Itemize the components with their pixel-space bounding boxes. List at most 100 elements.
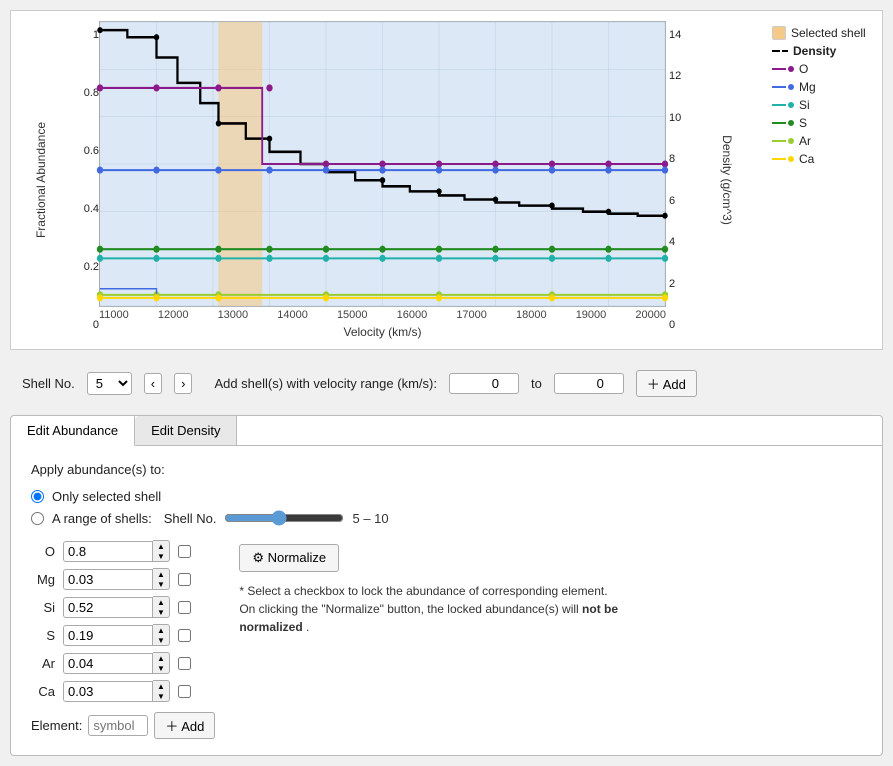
- chart-svg: [100, 22, 665, 306]
- element-checkbox-ca[interactable]: [178, 685, 191, 698]
- radio-range[interactable]: [31, 512, 44, 525]
- element-symbol-ca: Ca: [31, 684, 55, 699]
- spin-down-ar[interactable]: ▼: [153, 663, 169, 673]
- tab-panel: Edit Abundance Edit Density Apply abunda…: [10, 415, 883, 756]
- legend-item-ca: Ca: [772, 152, 872, 166]
- spin-down-si[interactable]: ▼: [153, 607, 169, 617]
- add-shell-button[interactable]: ＋ Add: [636, 370, 697, 397]
- y-axis-right-label: Density (g/cm^3): [720, 135, 734, 225]
- element-checkbox-si[interactable]: [178, 601, 191, 614]
- y-ticks-left: 1 0.8 0.6 0.4 0.2 0: [71, 21, 99, 339]
- element-input-ar[interactable]: [63, 653, 153, 674]
- legend-item-si: Si: [772, 98, 872, 112]
- apply-label: Apply abundance(s) to:: [31, 462, 862, 477]
- element-symbol-o: O: [31, 544, 55, 559]
- spin-btn-ar: ▲ ▼: [153, 652, 170, 674]
- x-ticks: 11000 12000 13000 14000 15000 16000 1700…: [99, 307, 666, 321]
- spin-btn-si: ▲ ▼: [153, 596, 170, 618]
- tab-edit-abundance[interactable]: Edit Abundance: [11, 416, 135, 446]
- chart-inner: Fractional Abundance 1 0.8 0.6 0.4 0.2 0: [11, 21, 872, 339]
- shell-select[interactable]: 5 1234 678910: [87, 372, 132, 395]
- element-input-ca[interactable]: [63, 681, 153, 702]
- shell-no-label: Shell No.: [22, 376, 75, 391]
- radio-group: Only selected shell A range of shells: S…: [31, 489, 862, 526]
- spin-up-ar[interactable]: ▲: [153, 653, 169, 663]
- spin-up-o[interactable]: ▲: [153, 541, 169, 551]
- spin-wrapper-ar: ▲ ▼: [63, 652, 170, 674]
- velocity-to-input[interactable]: [554, 373, 624, 394]
- legend-label-o: O: [799, 62, 808, 76]
- element-symbol-s: S: [31, 628, 55, 643]
- element-checkbox-ar[interactable]: [178, 657, 191, 670]
- radio-label-range: A range of shells:: [52, 511, 152, 526]
- tab-edit-density[interactable]: Edit Density: [135, 416, 237, 445]
- y-axis-right: Density (g/cm^3): [692, 21, 762, 339]
- element-row-mg: Mg ▲ ▼: [31, 568, 215, 590]
- spin-down-mg[interactable]: ▼: [153, 579, 169, 589]
- range-shell-label: Shell No.: [164, 511, 217, 526]
- element-checkbox-s[interactable]: [178, 629, 191, 642]
- spin-wrapper-s: ▲ ▼: [63, 624, 170, 646]
- add-element-label: Element:: [31, 718, 82, 733]
- y-ticks-right: 14 12 10 8 6 4 2 0: [666, 21, 692, 339]
- spin-wrapper-si: ▲ ▼: [63, 596, 170, 618]
- spin-wrapper-o: ▲ ▼: [63, 540, 170, 562]
- add-element-button[interactable]: ＋ Add: [154, 712, 215, 739]
- legend-item-o: O: [772, 62, 872, 76]
- spin-btn-s: ▲ ▼: [153, 624, 170, 646]
- normalize-info-line2: On clicking the "Normalize" button, the …: [239, 602, 578, 616]
- to-label: to: [531, 376, 542, 391]
- legend-item-ar: Ar: [772, 134, 872, 148]
- add-element-row: Element: ＋ Add: [31, 712, 215, 739]
- elements-left: O ▲ ▼ Mg: [31, 540, 215, 739]
- next-shell-button[interactable]: ›: [174, 373, 192, 394]
- element-checkbox-mg[interactable]: [178, 573, 191, 586]
- normalize-info: * Select a checkbox to lock the abundanc…: [239, 582, 679, 636]
- main-container: Fractional Abundance 1 0.8 0.6 0.4 0.2 0: [10, 10, 883, 756]
- normalize-info-end: .: [306, 620, 309, 634]
- legend-label-density: Density: [793, 44, 836, 58]
- chart-container: Fractional Abundance 1 0.8 0.6 0.4 0.2 0: [10, 10, 883, 350]
- tab-content-abundance: Apply abundance(s) to: Only selected she…: [11, 446, 882, 755]
- legend-item-density: Density: [772, 44, 872, 58]
- element-row-ar: Ar ▲ ▼: [31, 652, 215, 674]
- element-input-si[interactable]: [63, 597, 153, 618]
- normalize-section: ⚙ Normalize * Select a checkbox to lock …: [239, 540, 862, 739]
- element-symbol-input[interactable]: [88, 715, 148, 736]
- spin-btn-ca: ▲ ▼: [153, 680, 170, 702]
- radio-row-only-selected: Only selected shell: [31, 489, 862, 504]
- spin-down-s[interactable]: ▼: [153, 635, 169, 645]
- prev-shell-button[interactable]: ‹: [144, 373, 162, 394]
- velocity-range-label: Add shell(s) with velocity range (km/s):: [214, 376, 437, 391]
- element-row-o: O ▲ ▼: [31, 540, 215, 562]
- legend-color-selected-shell: [772, 26, 786, 40]
- legend-item-s: S: [772, 116, 872, 130]
- spin-up-si[interactable]: ▲: [153, 597, 169, 607]
- spin-up-s[interactable]: ▲: [153, 625, 169, 635]
- normalize-info-line1: * Select a checkbox to lock the abundanc…: [239, 584, 607, 598]
- element-row-s: S ▲ ▼: [31, 624, 215, 646]
- element-checkbox-o[interactable]: [178, 545, 191, 558]
- normalize-button[interactable]: ⚙ Normalize: [239, 544, 339, 572]
- spin-down-ca[interactable]: ▼: [153, 691, 169, 701]
- spin-down-o[interactable]: ▼: [153, 551, 169, 561]
- element-input-s[interactable]: [63, 625, 153, 646]
- shell-range-slider[interactable]: [224, 510, 344, 526]
- radio-only-selected[interactable]: [31, 490, 44, 503]
- legend-item-selected-shell: Selected shell: [772, 26, 872, 40]
- spin-wrapper-ca: ▲ ▼: [63, 680, 170, 702]
- element-input-mg[interactable]: [63, 569, 153, 590]
- velocity-from-input[interactable]: [449, 373, 519, 394]
- element-symbol-si: Si: [31, 600, 55, 615]
- controls-bar: Shell No. 5 1234 678910 ‹ › Add shell(s)…: [10, 362, 883, 405]
- element-input-o[interactable]: [63, 541, 153, 562]
- legend-item-mg: Mg: [772, 80, 872, 94]
- spin-up-ca[interactable]: ▲: [153, 681, 169, 691]
- element-row-si: Si ▲ ▼: [31, 596, 215, 618]
- range-value: 5 – 10: [352, 511, 388, 526]
- y-axis-left: Fractional Abundance: [11, 21, 71, 339]
- radio-label-only-selected: Only selected shell: [52, 489, 161, 504]
- spin-btn-mg: ▲ ▼: [153, 568, 170, 590]
- element-symbol-mg: Mg: [31, 572, 55, 587]
- spin-up-mg[interactable]: ▲: [153, 569, 169, 579]
